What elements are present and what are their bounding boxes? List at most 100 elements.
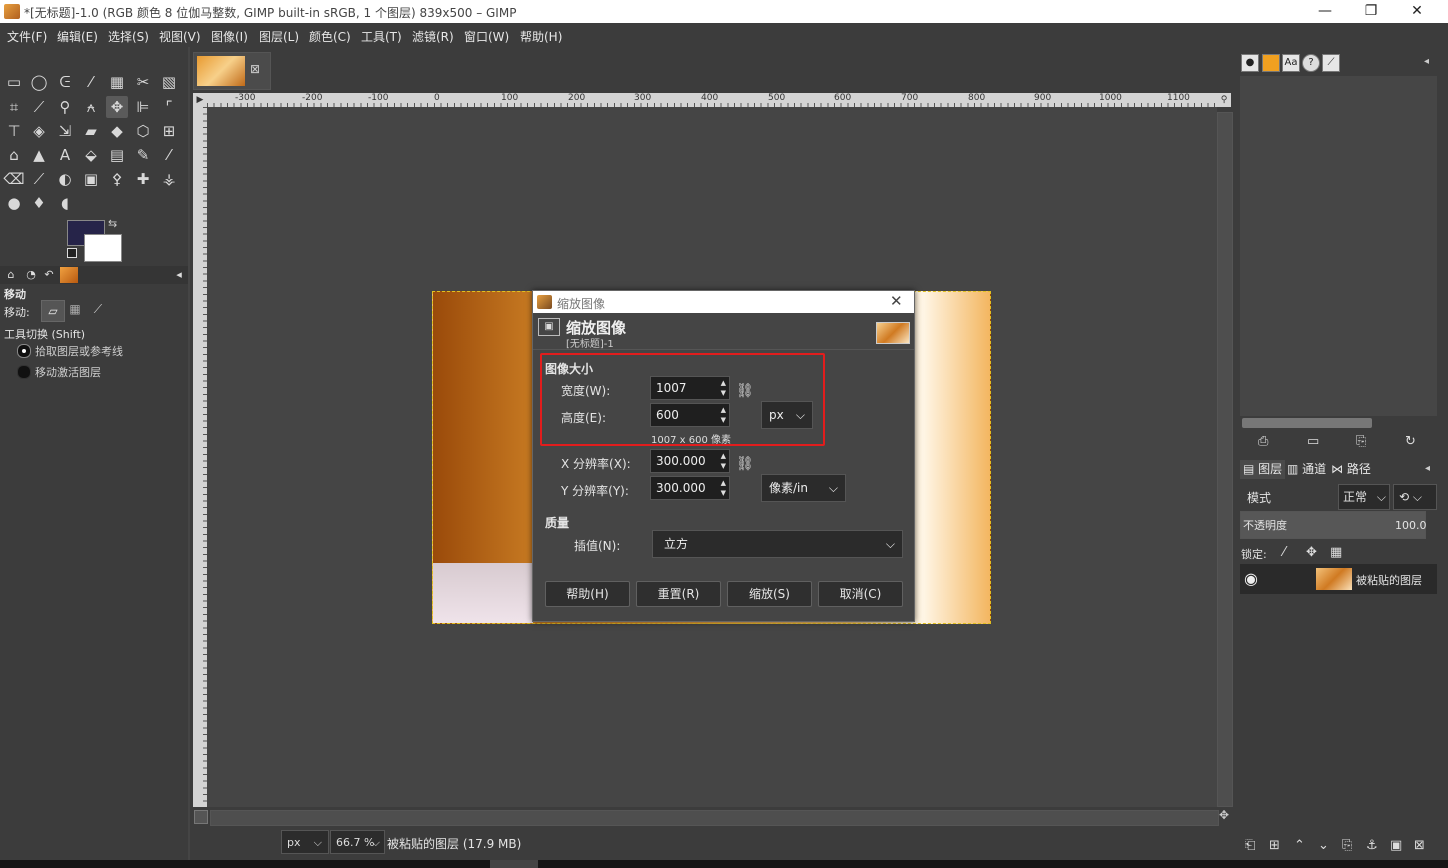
interpolation-select[interactable]: 立方 ⌵ (652, 530, 903, 558)
gradient-icon[interactable]: ▤ (106, 144, 128, 166)
measure-icon[interactable]: ⍲ (80, 96, 102, 118)
perspective-icon[interactable]: ⬡ (132, 120, 154, 142)
chain-icon[interactable]: ⛓ (736, 456, 754, 472)
duplicate-layer-icon[interactable]: ⎘ (1342, 838, 1352, 853)
help-tab-icon[interactable]: ? (1302, 54, 1320, 72)
image-tab[interactable]: ⊠ (193, 52, 271, 90)
composite-mode-select[interactable]: ⟲ ⌵ (1393, 484, 1437, 510)
perspective-clone-icon[interactable]: ⚶ (158, 168, 180, 190)
new-layer-group-icon[interactable]: ⊞ (1269, 838, 1280, 853)
image-tab-close-icon[interactable]: ⊠ (250, 62, 260, 76)
navigate-icon[interactable]: ✥ (1219, 808, 1229, 822)
blur-icon[interactable]: ● (3, 192, 25, 214)
menu-image[interactable]: 图像(I) (211, 28, 248, 45)
rect-select-icon[interactable]: ▭ (3, 71, 25, 93)
res-unit-select[interactable]: 像素/in ⌵ (761, 474, 846, 502)
flip-icon[interactable]: ◆ (106, 120, 128, 142)
menu-windows[interactable]: 窗口(W) (464, 28, 509, 45)
configure-layers-icon[interactable]: ◂ (1425, 463, 1430, 474)
warp-icon[interactable]: ⌂ (3, 144, 25, 166)
xres-input[interactable]: 300.000 ▲ ▼ (650, 449, 730, 473)
menu-file[interactable]: 文件(F) (7, 28, 47, 45)
new-layer-icon[interactable]: ⎗ (1245, 838, 1255, 853)
menu-edit[interactable]: 编辑(E) (57, 28, 98, 45)
radio-move-active[interactable] (17, 365, 31, 379)
menu-select[interactable]: 选择(S) (108, 28, 149, 45)
scale-button[interactable]: 缩放(S) (727, 581, 812, 607)
yres-input[interactable]: 300.000 ▲ ▼ (650, 476, 730, 500)
spin-arrows-icon[interactable]: ▲ ▼ (721, 478, 726, 498)
pencil-icon[interactable]: ✎ (132, 144, 154, 166)
ellipse-select-icon[interactable]: ◯ (28, 71, 50, 93)
move-path-icon[interactable]: ⟋ (90, 302, 106, 318)
fonts-tab-icon[interactable]: Aa (1282, 54, 1300, 72)
shear-icon[interactable]: ▰ (80, 120, 102, 142)
lower-layer-icon[interactable]: ⌄ (1318, 838, 1329, 853)
mode-select[interactable]: 正常 ⌵ (1338, 484, 1390, 510)
dialog-close-icon[interactable]: ✕ (890, 292, 903, 310)
scale-icon[interactable]: ⇲ (54, 120, 76, 142)
menu-help[interactable]: 帮助(H) (520, 28, 562, 45)
brushes-scrollbar[interactable] (1240, 417, 1437, 429)
close-button[interactable]: ✕ (1394, 0, 1440, 23)
help-button[interactable]: 帮助(H) (545, 581, 630, 607)
crop-icon[interactable]: ⌜ (158, 96, 180, 118)
lasso-icon[interactable]: ᕮ (54, 71, 76, 93)
brushes-tab-icon[interactable]: ● (1241, 54, 1259, 72)
menu-view[interactable]: 视图(V) (159, 28, 201, 45)
airbrush-icon[interactable]: ⟋ (28, 168, 50, 190)
tab-channels[interactable]: ▥ 通道 (1284, 460, 1329, 479)
unified-transform-icon[interactable]: ⊤ (3, 120, 25, 142)
anchor-layer-icon[interactable]: ⚓ (1366, 838, 1378, 853)
layer-mask-icon[interactable]: ▣ (1390, 838, 1402, 853)
eraser-icon[interactable]: ⌫ (3, 168, 25, 190)
clone-icon[interactable]: ⚴ (106, 168, 128, 190)
layer-row[interactable]: ◉ 被粘贴的图层 (1240, 564, 1437, 594)
mypaint-icon[interactable]: ▣ (80, 168, 102, 190)
delete-layer-icon[interactable]: ⊠ (1414, 838, 1425, 853)
new-brush-icon[interactable]: ▭ (1307, 434, 1319, 449)
menu-tools[interactable]: 工具(T) (361, 28, 402, 45)
zoom-select[interactable]: 66.7 % ⌵ (330, 830, 385, 854)
ruler-corner-icon[interactable]: ▶ (193, 93, 207, 107)
tool-presets-tab-icon[interactable]: ⟋ (1322, 54, 1340, 72)
lock-position-icon[interactable]: ✥ (1306, 545, 1317, 560)
unit-select[interactable]: px ⌵ (281, 830, 329, 854)
undo-history-tab-icon[interactable]: ↶ (40, 267, 58, 283)
reset-button[interactable]: 重置(R) (636, 581, 721, 607)
handle-transform-icon[interactable]: ▲ (28, 144, 50, 166)
horizontal-scrollbar[interactable] (210, 810, 1219, 826)
move-selection-icon[interactable]: ▦ (67, 302, 83, 318)
background-color-swatch[interactable] (84, 234, 122, 262)
cage-icon[interactable]: ⊞ (158, 120, 180, 142)
brush-icon[interactable]: ⁄ (158, 144, 180, 166)
color-select-icon[interactable]: ▦ (106, 71, 128, 93)
reset-colors-icon[interactable] (67, 248, 77, 258)
opacity-slider[interactable]: 不透明度 100.0 (1240, 511, 1427, 539)
vertical-scrollbar[interactable] (1217, 112, 1233, 807)
edit-brush-icon[interactable]: ⎙ (1258, 434, 1268, 449)
heal-icon[interactable]: ✚ (132, 168, 154, 190)
refresh-icon[interactable]: ↻ (1405, 434, 1416, 449)
foreground-select-icon[interactable]: ▧ (158, 71, 180, 93)
paths-icon[interactable]: ⌗ (3, 96, 25, 118)
color-picker-icon[interactable]: ⟋ (28, 96, 50, 118)
spin-arrows-icon[interactable]: ▲ ▼ (721, 451, 726, 471)
swap-colors-icon[interactable]: ⇆ (108, 217, 117, 230)
minimize-button[interactable]: — (1302, 0, 1348, 23)
tool-options-tab-icon[interactable]: ⌂ (2, 267, 20, 283)
radio-pick-layer[interactable] (17, 344, 31, 358)
smudge-icon[interactable]: ♦ (28, 192, 50, 214)
menu-filters[interactable]: 滤镜(R) (412, 28, 454, 45)
menu-layer[interactable]: 图层(L) (259, 28, 299, 45)
menu-colors[interactable]: 颜色(C) (309, 28, 351, 45)
quick-mask-icon[interactable] (194, 810, 208, 824)
eye-icon[interactable]: ◉ (1244, 569, 1258, 588)
configure-tab-icon[interactable]: ◂ (170, 267, 188, 283)
fuzzy-select-icon[interactable]: ⁄ (80, 71, 102, 93)
cancel-button[interactable]: 取消(C) (818, 581, 903, 607)
device-status-tab-icon[interactable]: ◔ (22, 267, 40, 283)
text-icon[interactable]: A (54, 144, 76, 166)
move-layer-icon[interactable]: ▱ (41, 300, 65, 322)
zoom-toggle-icon[interactable]: ⚲ (1217, 93, 1231, 107)
